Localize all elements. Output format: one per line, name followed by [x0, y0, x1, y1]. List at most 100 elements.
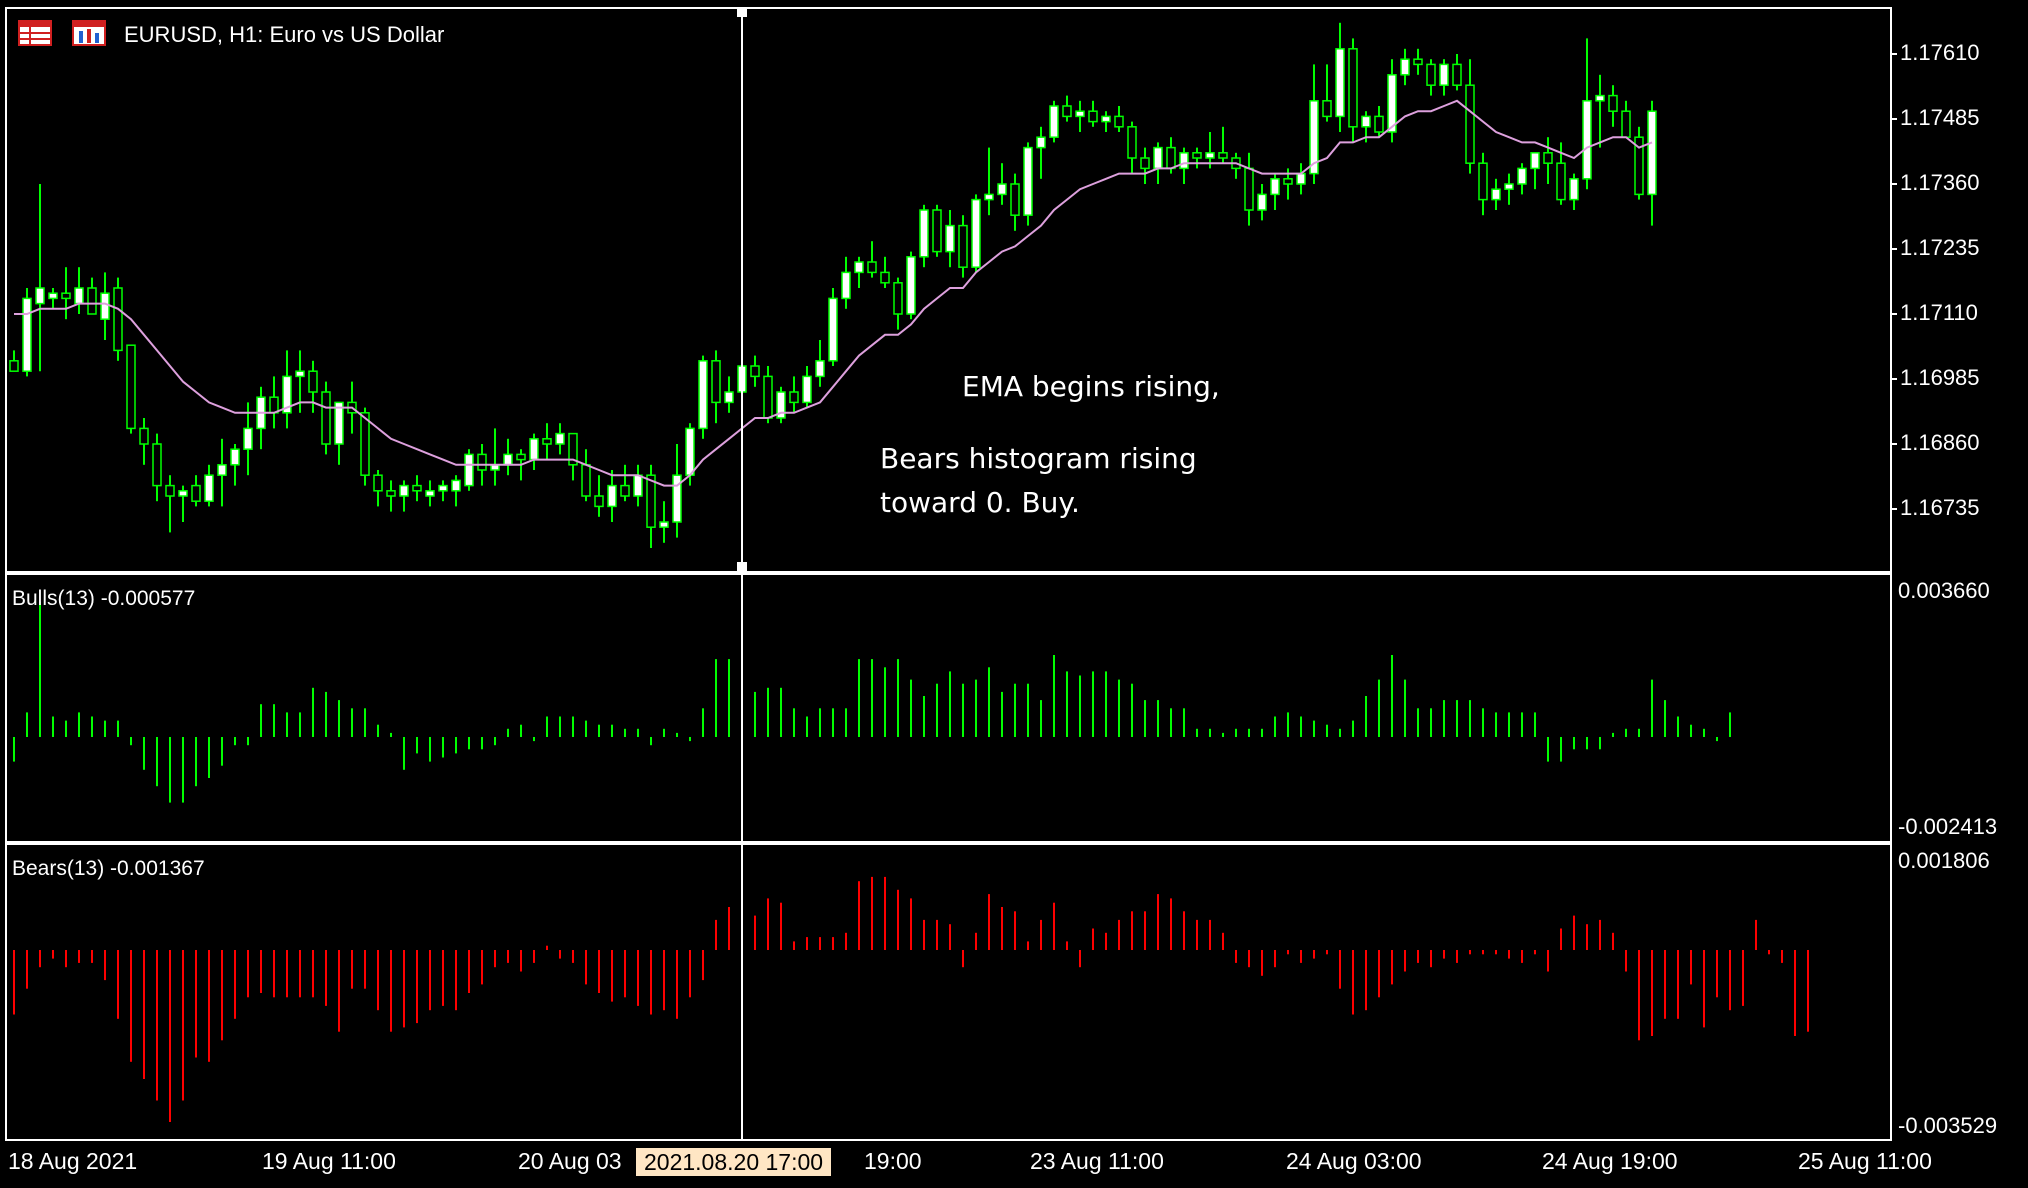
candle-body — [1088, 110, 1098, 123]
candle — [1231, 152, 1241, 179]
bulls-axis-max: 0.003660 — [1898, 578, 1990, 603]
candle-body — [1452, 63, 1462, 86]
candle-body — [1023, 146, 1033, 216]
candle — [1504, 173, 1514, 205]
candle-body — [789, 391, 799, 404]
candle-body — [1361, 115, 1371, 128]
table-icon[interactable] — [18, 20, 52, 46]
candle-body — [1400, 58, 1410, 76]
candle-body — [1192, 152, 1202, 159]
candle — [646, 464, 656, 548]
price-axis-label: 1.17610 — [1900, 40, 1980, 65]
bears-axis-max: 0.001806 — [1898, 848, 1990, 873]
price-axis-label: 1.16735 — [1900, 495, 1980, 520]
candle — [1335, 22, 1345, 132]
candle-body — [1270, 178, 1280, 196]
candle-body — [61, 292, 71, 300]
bulls-histogram — [13, 601, 1731, 803]
candle-body — [555, 432, 565, 445]
annotation-line-1: EMA begins rising, — [962, 370, 1220, 403]
candle — [880, 256, 890, 288]
price-axis-label: 1.17235 — [1900, 235, 1980, 260]
candle — [1062, 95, 1072, 122]
candle — [1036, 126, 1046, 179]
candle-body — [321, 391, 331, 445]
candle — [607, 470, 617, 522]
candle-body — [1374, 115, 1384, 133]
candle-body — [139, 427, 149, 445]
candle-body — [958, 224, 968, 268]
candle-body — [217, 464, 227, 476]
candle — [1049, 100, 1059, 143]
candle-body — [1517, 167, 1527, 185]
candle-body — [1439, 63, 1449, 86]
candle — [1114, 106, 1124, 132]
crosshair-top-handle — [737, 7, 747, 17]
candle-body — [945, 224, 955, 253]
candle-body — [243, 427, 253, 450]
candle — [828, 288, 838, 366]
candle-body — [529, 438, 539, 461]
candle-body — [802, 375, 812, 404]
candle — [997, 163, 1007, 205]
time-axis-label: 19:00 — [864, 1148, 922, 1174]
candle — [1023, 142, 1033, 226]
annotation-line-2: Bears histogram rising — [880, 442, 1197, 475]
candle-body — [1504, 183, 1514, 190]
candle-body — [152, 443, 162, 487]
candle — [1439, 59, 1449, 96]
candle-body — [412, 484, 422, 492]
candle-body — [542, 438, 552, 445]
candle — [230, 444, 240, 486]
bears-histogram — [13, 876, 1809, 1122]
candle — [1192, 147, 1202, 169]
candle-body — [74, 287, 84, 305]
candle — [633, 464, 643, 507]
candle-body — [1322, 100, 1332, 118]
price-axis-label: 1.17360 — [1900, 170, 1980, 195]
candle — [594, 475, 604, 517]
candle-body — [984, 193, 994, 201]
candle — [1621, 100, 1631, 138]
candle-body — [1244, 167, 1254, 211]
candle — [35, 184, 45, 372]
candle-body — [425, 490, 435, 497]
chart-window-icon[interactable] — [72, 20, 106, 46]
candle — [1517, 163, 1527, 195]
candle — [815, 340, 825, 387]
candle — [1530, 152, 1540, 190]
candle-body — [386, 490, 396, 497]
candle-body — [594, 495, 604, 508]
candle-body — [1621, 110, 1631, 138]
candle-body — [1556, 162, 1566, 201]
candle-body — [48, 292, 58, 300]
candle-body — [516, 453, 526, 461]
candle-body — [477, 453, 487, 471]
candle — [438, 480, 448, 502]
candlestick-series — [9, 22, 1657, 548]
candle-body — [1595, 94, 1605, 102]
candle-body — [1335, 48, 1345, 118]
candle-body — [633, 474, 643, 497]
candle — [1582, 38, 1592, 190]
trading-chart[interactable] — [0, 0, 2028, 1188]
candle-body — [269, 396, 279, 414]
candle-body — [1426, 63, 1436, 86]
candle-body — [1530, 152, 1540, 170]
candle — [893, 277, 903, 330]
candle-body — [1010, 183, 1020, 216]
time-axis-label: 18 Aug 2021 — [8, 1148, 138, 1174]
candle — [503, 438, 513, 476]
candle-body — [841, 271, 851, 300]
candle — [61, 267, 71, 320]
candle-body — [360, 412, 370, 476]
candle — [1634, 126, 1644, 200]
candle — [399, 480, 409, 512]
candle-body — [1140, 157, 1150, 170]
candle — [711, 350, 721, 424]
candle — [178, 485, 188, 522]
candle — [152, 433, 162, 502]
candle — [9, 350, 19, 372]
candle — [1478, 152, 1488, 216]
candle — [269, 376, 279, 429]
